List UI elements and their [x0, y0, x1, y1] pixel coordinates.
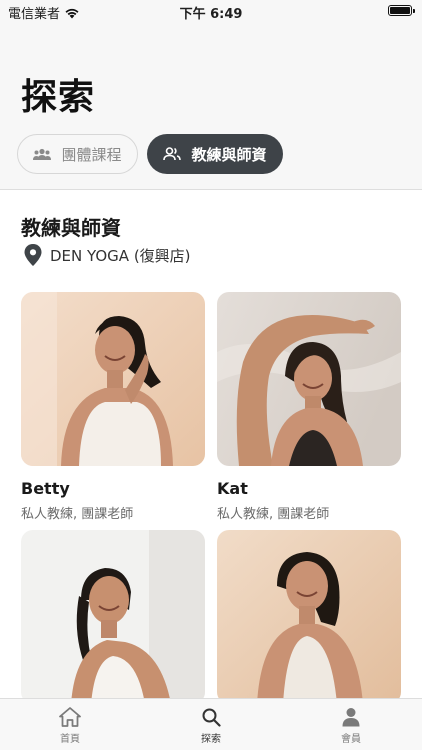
tab-member-label: 會員 [341, 734, 361, 745]
coach-card[interactable]: Betty 私人教練, 團課老師 [21, 292, 205, 522]
location-pin-icon [24, 244, 42, 266]
tab-explore-label: 探索 [201, 734, 221, 745]
coach-photo [217, 292, 401, 466]
tab-home-label: 首頁 [60, 734, 80, 745]
coach-role: 私人教練, 團課老師 [21, 507, 134, 522]
status-time: 下午 6:49 [179, 7, 243, 22]
section-title: 教練與師資 [21, 216, 121, 240]
coach-photo [21, 292, 205, 466]
coach-card[interactable]: Kat 私人教練, 團課老師 [217, 292, 401, 522]
page-title: 探索 [21, 77, 96, 118]
location-label: DEN YOGA (復興店) [50, 246, 191, 265]
tab-bar: 首頁 探索 會員 [0, 698, 422, 750]
segment-group-label: 團體課程 [61, 145, 122, 164]
person-icon [342, 708, 360, 727]
coach-role: 私人教練, 團課老師 [217, 507, 330, 522]
segment-coach-label: 教練與師資 [191, 145, 267, 164]
coach-name: Kat [217, 479, 248, 498]
people-icon [163, 147, 182, 161]
home-icon [59, 707, 81, 727]
header: 探索 團體課程 教練與師資 [0, 22, 422, 190]
tab-explore[interactable]: 探索 [171, 707, 251, 745]
tab-home[interactable]: 首頁 [30, 707, 110, 745]
coach-card[interactable] [217, 530, 401, 704]
coach-name: Betty [21, 479, 70, 498]
group-icon [33, 148, 52, 160]
coach-photo [217, 530, 401, 704]
location-selector[interactable]: DEN YOGA (復興店) [24, 244, 191, 266]
segment-coaches[interactable]: 教練與師資 [147, 134, 283, 174]
coach-photo [21, 530, 205, 704]
tab-member[interactable]: 會員 [311, 707, 391, 745]
battery-icon [388, 5, 415, 16]
search-icon [202, 708, 221, 727]
segment-group-classes[interactable]: 團體課程 [17, 134, 138, 174]
coach-card[interactable] [21, 530, 205, 704]
status-bar: 電信業者 下午 6:49 [0, 0, 422, 22]
